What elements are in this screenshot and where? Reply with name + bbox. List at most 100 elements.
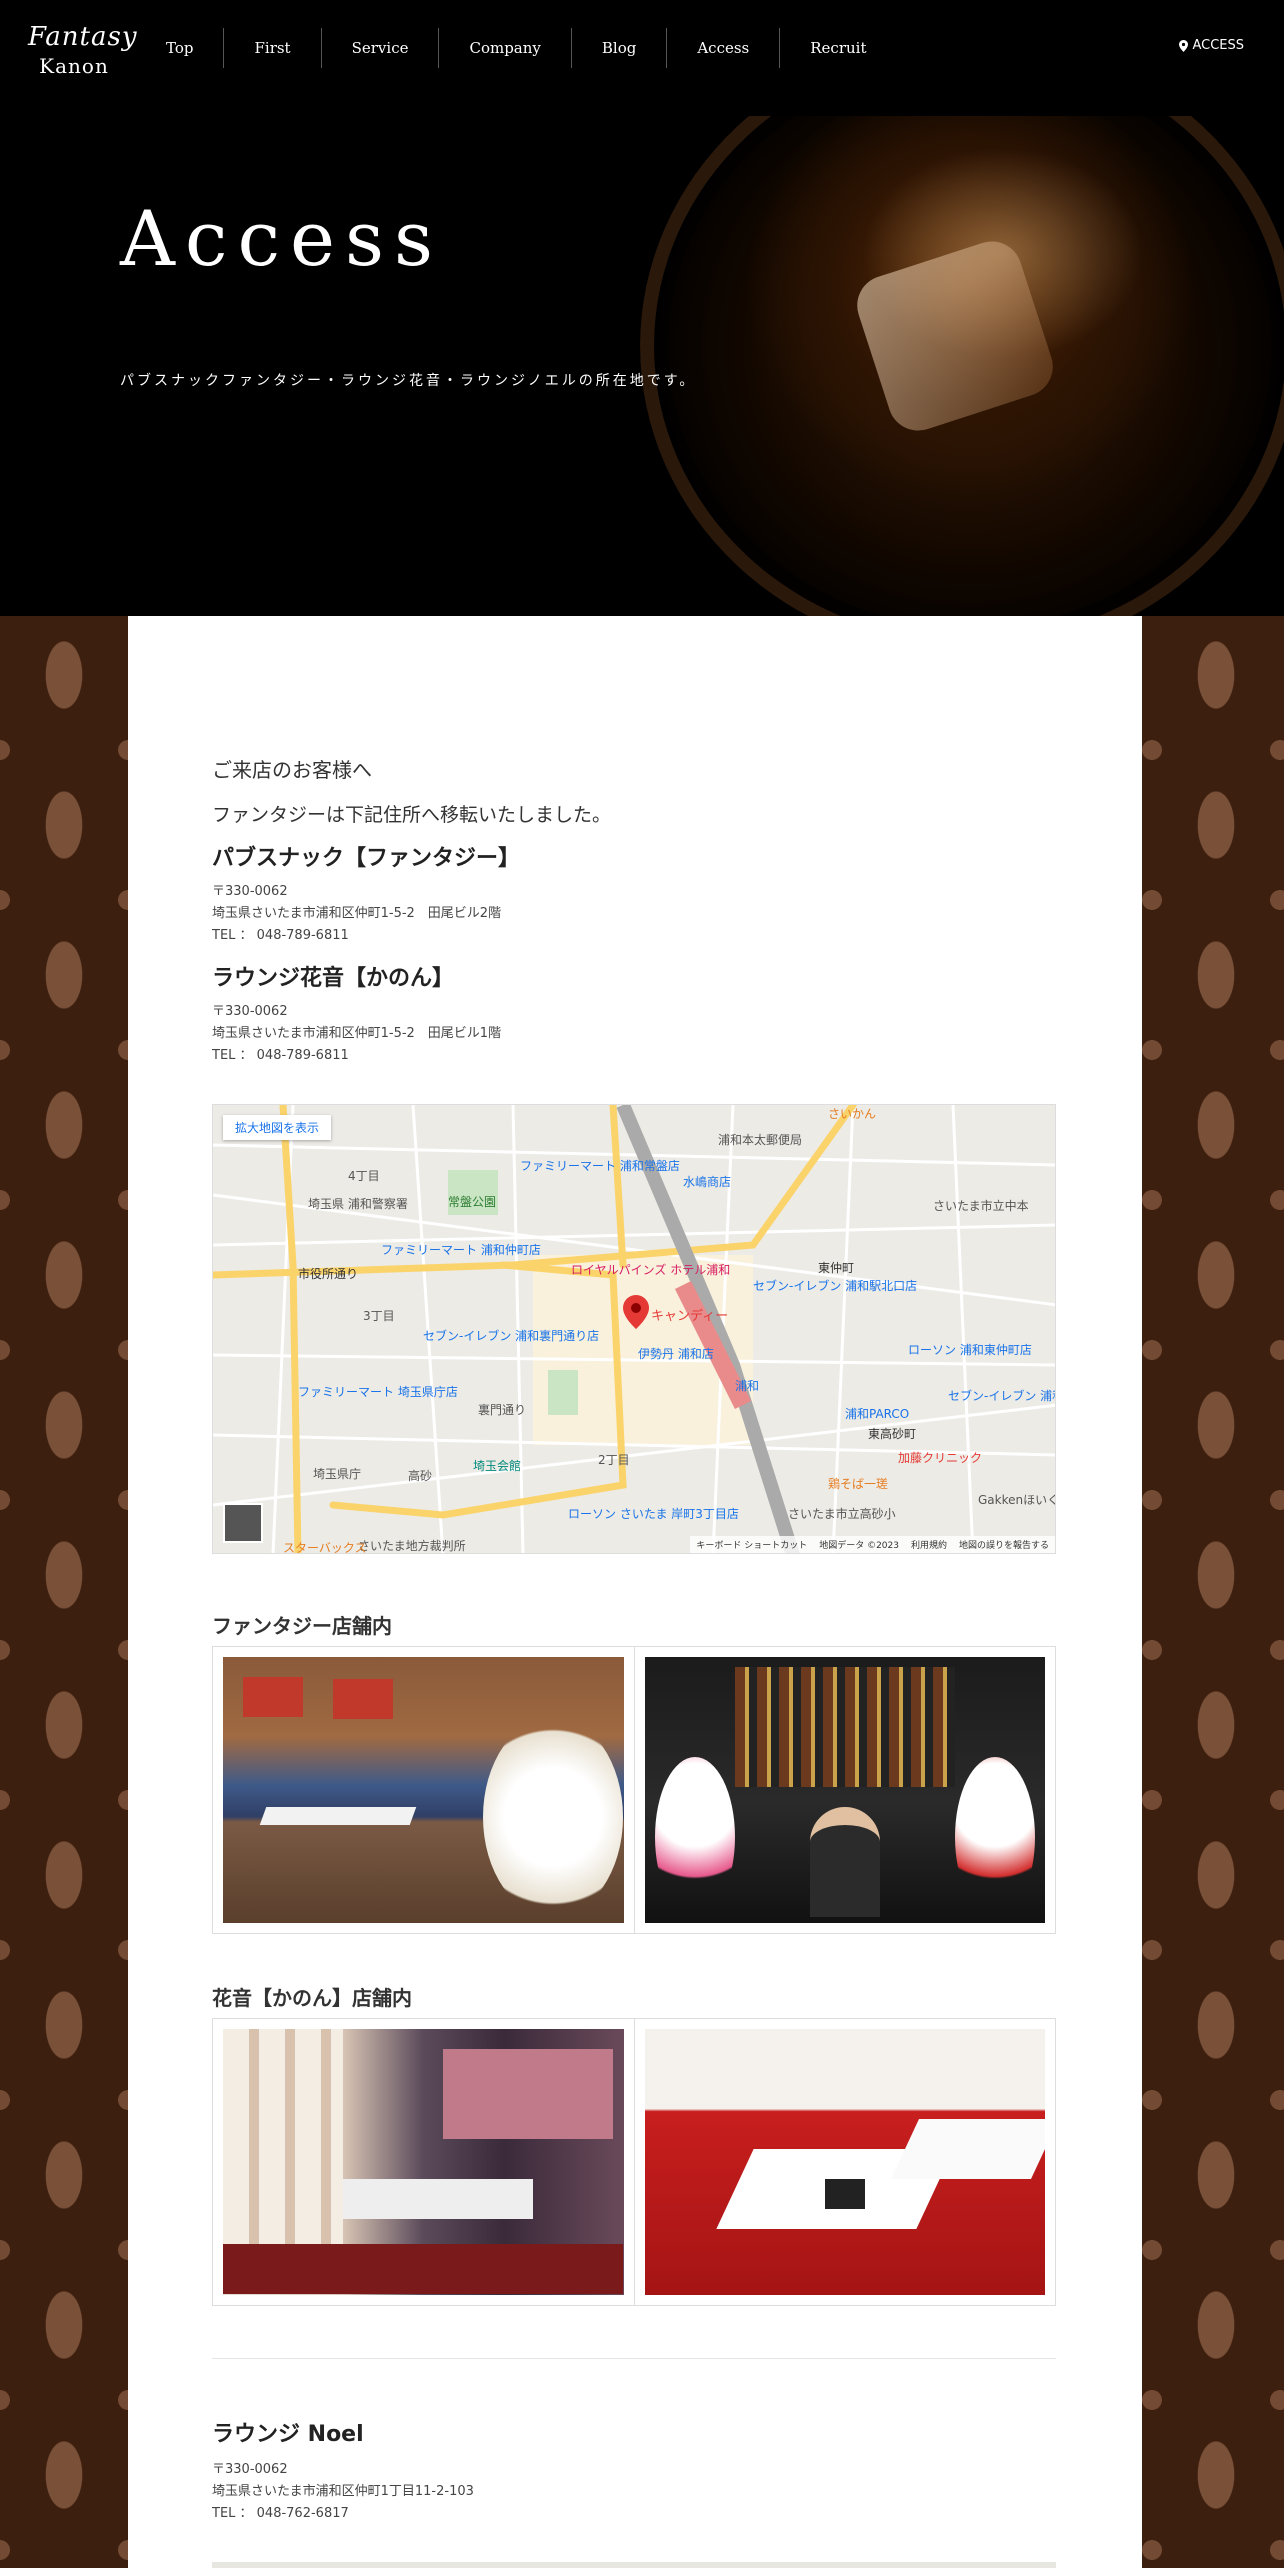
map-label: セブン-イレブン 浦和東高砂町店: [948, 1389, 1055, 1403]
gallery-kanon: [212, 2018, 1056, 2306]
flower-arrangement: [483, 1717, 623, 1917]
map-label: さいかん: [828, 1107, 877, 1121]
shop-tel[interactable]: TEL ： 048-762-6817: [212, 2502, 349, 2521]
interior-photo[interactable]: [223, 2029, 624, 2295]
map-label: 埼玉県 浦和警察署: [308, 1197, 408, 1211]
gallery-title-fantasy: ファンタジー店舗内: [212, 1614, 392, 1638]
map-label: 4丁目: [348, 1169, 380, 1183]
wall-screen: [443, 2049, 613, 2139]
map-label: スターバックス: [283, 1541, 367, 1554]
map-label: 東高砂町: [868, 1427, 917, 1441]
map-label: ローソン さいたま 岸町3丁目店: [568, 1507, 739, 1521]
nav-first[interactable]: First: [224, 28, 322, 68]
page-subtitle: パブスナックファンタジー・ラウンジ花音・ラウンジノエルの所在地です。: [120, 373, 697, 389]
page-title: Access: [120, 194, 443, 283]
hero-banner: Access パブスナックファンタジー・ラウンジ花音・ラウンジノエルの所在地です…: [0, 116, 1284, 616]
map-pin-icon[interactable]: [623, 1295, 649, 1329]
gallery-cell: [213, 2019, 634, 2305]
map-label: 2丁目: [598, 1453, 630, 1467]
red-mirror-panel: [243, 1677, 303, 1717]
section-divider: [212, 2358, 1056, 2359]
shop-name-fantasy: パブスナック【ファンタジー】: [212, 846, 521, 871]
map-label: 浦和: [735, 1379, 760, 1393]
gallery-cell: [634, 1647, 1055, 1933]
map-label: ファミリーマート 埼玉県庁店: [298, 1385, 458, 1399]
header-access-label: ACCESS: [1192, 38, 1244, 53]
map-label: セブン-イレブン 浦和駅北口店: [753, 1279, 918, 1293]
map-pin-icon: [1179, 39, 1189, 52]
gallery-fantasy: [212, 1646, 1056, 1934]
map-footer: キーボード ショートカット 地図データ ©2023 利用規約 地図の誤りを報告す…: [690, 1536, 1055, 1553]
shop-postal: 〒330-0062: [212, 1004, 288, 1019]
map-label: 鶏そば一瑳: [828, 1477, 889, 1491]
shop-name-kanon: ラウンジ花音【かのん】: [212, 966, 455, 991]
map-data-credit: 地図データ ©2023: [819, 1541, 899, 1551]
orchid-left: [655, 1757, 735, 1917]
nav-service[interactable]: Service: [322, 28, 440, 68]
map-label: 水嶋商店: [683, 1175, 732, 1189]
map-label: 高砂: [408, 1469, 433, 1483]
map-label: 東仲町: [818, 1261, 855, 1275]
map-label: ファミリーマート 浦和常盤店: [520, 1159, 680, 1173]
nav-top[interactable]: Top: [148, 28, 225, 68]
map-label: 加藤クリニック: [898, 1451, 983, 1465]
map-pin-label: キャンディー: [651, 1309, 729, 1324]
gallery-cell: [213, 1647, 634, 1933]
content-panel: ご来店のお客様へ ファンタジーは下記住所へ移転いたしました。 パブスナック【ファ…: [128, 616, 1142, 2568]
table: [891, 2119, 1045, 2179]
map-label: さいたま地方裁判所: [358, 1539, 466, 1553]
red-mirror-panel: [333, 1679, 393, 1719]
shop-address: 埼玉県さいたま市浦和区仲町1-5-2 田尾ビル1階: [212, 1026, 502, 1041]
logo-text-top: Fantasy: [28, 22, 138, 52]
red-sofa-photo[interactable]: [645, 2029, 1045, 2295]
site-logo[interactable]: Fantasy Kanon: [28, 22, 138, 78]
hostess-figure: [810, 1807, 880, 1917]
map-label: 市役所通り: [298, 1267, 359, 1281]
map-label: Gakkenほいくえん 浦和前: [978, 1493, 1055, 1507]
counter: [343, 2179, 533, 2219]
map-label: ロイヤルパインズ ホテル浦和: [571, 1263, 731, 1277]
main-nav: Top First Service Company Blog Access Re…: [148, 28, 897, 68]
map-label: 伊勢丹 浦和店: [638, 1347, 714, 1361]
nav-blog[interactable]: Blog: [572, 28, 668, 68]
notice-moved: ファンタジーは下記住所へ移転いたしました。: [212, 804, 612, 826]
site-header: Fantasy Kanon Top First Service Company …: [0, 0, 1284, 116]
shop-name-noel: ラウンジ Noel: [212, 2422, 364, 2447]
red-sofa: [223, 2244, 623, 2294]
map-label: 裏門通り: [478, 1403, 527, 1417]
shop-address: 埼玉県さいたま市浦和区仲町1丁目11-2-103: [212, 2484, 474, 2499]
ice-cube-image: [849, 233, 1061, 439]
map-label: さいたま市立中本: [933, 1199, 1029, 1213]
nav-company[interactable]: Company: [439, 28, 572, 68]
map-report-link[interactable]: 地図の誤りを報告する: [959, 1538, 1049, 1551]
map-label: ファミリーマート 浦和仲町店: [381, 1243, 541, 1257]
map-label: 浦和PARCO: [845, 1407, 910, 1421]
map-enlarge-link[interactable]: 拡大地図を表示: [223, 1115, 332, 1140]
nav-recruit[interactable]: Recruit: [780, 28, 896, 68]
header-access-link[interactable]: ACCESS: [1179, 38, 1244, 53]
table: [259, 1807, 417, 1825]
map-label: 浦和本太郵便局: [718, 1133, 803, 1147]
map-label: 埼玉会館: [473, 1459, 522, 1473]
liquor-shelf: [735, 1667, 955, 1787]
orchid-right: [955, 1757, 1035, 1917]
tray: [825, 2179, 865, 2209]
map-label: 3丁目: [363, 1309, 395, 1323]
map-label: 常盤公園: [448, 1195, 497, 1209]
map-layer-toggle[interactable]: [223, 1503, 263, 1543]
whisky-glass-image: [640, 116, 1284, 616]
map-label: さいたま市立高砂小: [788, 1507, 896, 1521]
map-shortcuts-link[interactable]: キーボード ショートカット: [696, 1538, 807, 1551]
next-map-edge: [212, 2562, 1056, 2568]
interior-photo[interactable]: [223, 1657, 624, 1923]
google-map[interactable]: 拡大地図を表示 ファミリーマート 浦和常盤店 水嶋商店 浦和本太郵便局 埼玉県 …: [212, 1104, 1056, 1554]
map-label: 埼玉県庁: [313, 1467, 362, 1481]
bar-counter-photo[interactable]: [645, 1657, 1045, 1923]
nav-access[interactable]: Access: [667, 28, 781, 68]
logo-text-bottom: Kanon: [39, 54, 109, 78]
shop-tel[interactable]: TEL ： 048-789-6811: [212, 1044, 349, 1063]
map-terms-link[interactable]: 利用規約: [911, 1538, 947, 1551]
shop-postal: 〒330-0062: [212, 2462, 288, 2477]
map-label: セブン-イレブン 浦和裏門通り店: [423, 1329, 600, 1343]
shop-tel[interactable]: TEL ： 048-789-6811: [212, 924, 349, 943]
